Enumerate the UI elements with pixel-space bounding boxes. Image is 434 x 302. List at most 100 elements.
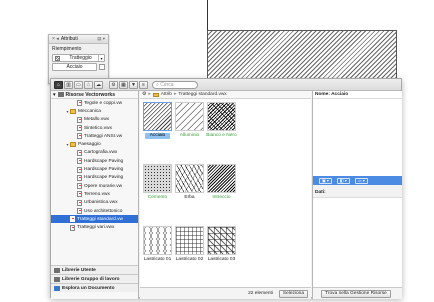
tree-file[interactable]: Tegole e coppi.vw [51, 99, 138, 107]
document-icon [77, 208, 82, 214]
folder-icon[interactable]: ▭ [74, 80, 83, 89]
document-icon [70, 216, 75, 223]
vectorworks-library-icon [57, 92, 64, 97]
hatch-thumbnail [207, 226, 236, 255]
document-icon [77, 116, 82, 123]
tree-item-label: Hardscape Paving [84, 167, 124, 173]
breadcrumb-item-attrib[interactable]: Attrib [161, 92, 172, 97]
folder-icon [70, 109, 76, 114]
render-mode-button[interactable]: ◧ ▾ [336, 177, 350, 184]
library-icon [54, 276, 60, 282]
document-icon [77, 199, 82, 206]
tree-file[interactable]: Terreno.vwx [51, 190, 138, 198]
resource-tile[interactable]: Lastricato 02 [174, 226, 205, 263]
fill-name-field[interactable]: Acciaio [52, 63, 97, 71]
document-icon [77, 166, 82, 173]
breadcrumb-item-file[interactable]: Tratteggi standard.vwx [178, 92, 226, 97]
hatch-thumbnail [143, 102, 172, 131]
tree-root-label: Risorse Vectorworks [65, 91, 115, 98]
tree-file[interactable]: Tratteggi ANSI.vw [51, 132, 138, 140]
document-icon [77, 174, 82, 181]
library-shortcut-button[interactable]: Librerie Utente [51, 265, 138, 274]
tree-item-label: Tegole e coppi.vw [84, 100, 123, 106]
resource-tile[interactable]: Lastricato 03 [206, 226, 237, 263]
gear-icon[interactable]: ⚙ [142, 92, 146, 97]
resource-tile[interactable]: Erba [174, 164, 205, 201]
resource-name-label: Nome: Acciaio [313, 91, 402, 99]
browser-status-bar: 22 elementi Seleziona [140, 287, 311, 299]
library-tree: Tegole e coppi.vw ▾ Meccanica Metallo.vwx Si… [51, 99, 138, 263]
tree-file[interactable]: Opere murarie.vw [51, 182, 138, 190]
background-button[interactable]: ▭ ▾ [354, 177, 368, 184]
resource-browser-pane: ⚙ ▸ Attrib ▸ Tratteggi standard.vwx Acci… [140, 91, 311, 299]
grid-view-icon[interactable]: ▦ [119, 80, 128, 89]
resource-label: Acciaio [145, 133, 170, 139]
filter-icon[interactable]: ▼ [129, 80, 138, 89]
resource-tile[interactable]: Cemento [142, 164, 173, 201]
find-in-manager-button[interactable]: Trova nella Gestione Risorse [321, 289, 391, 298]
tree-item-label: Tratteggi vari.vwx [77, 225, 115, 231]
tree-file[interactable]: Uso architettonico [51, 207, 138, 215]
palette-menu-icon[interactable]: ▤ ▾ [97, 36, 105, 42]
tree-root[interactable]: ▾ Risorse Vectorworks [51, 91, 138, 99]
tree-item-label: Opere murarie.vw [84, 183, 123, 189]
cloud-icon[interactable]: ☁ [94, 80, 103, 89]
tree-folder[interactable]: ▾ Paesaggio [51, 140, 138, 148]
tree-item-label: Sintetico.vwx [84, 125, 112, 131]
tree-file[interactable]: Hardscape Paving [51, 165, 138, 173]
resource-tile[interactable]: Alluminio [174, 102, 205, 139]
hatch-thumbnail [175, 164, 204, 193]
library-icon [54, 267, 60, 273]
find-in-manager-row: Trova nella Gestione Risorse [313, 287, 402, 299]
fill-type-value: Tratteggio [69, 55, 92, 61]
library-shortcut-button[interactable]: Librerie Gruppo di lavoro [51, 274, 138, 283]
tree-file[interactable]: Tratteggi vari.vwx [51, 223, 138, 231]
fill-type-select[interactable]: Tratteggio ▾ [52, 54, 105, 62]
resource-detail-pane: Nome: Acciaio ▣ ▾ ◧ ▾ ▭ ▾ Dati: Trova ne… [312, 91, 402, 299]
resource-tile[interactable]: Bianco e Nero [206, 102, 237, 139]
resource-tile[interactable]: Intreccio [206, 164, 237, 201]
resource-label: Erba [184, 195, 195, 200]
home-icon[interactable]: ⌂ [54, 80, 63, 89]
settings-icon[interactable]: ⚙ [109, 80, 118, 89]
favorites-icon[interactable]: ☆ [84, 80, 93, 89]
tree-file[interactable]: Sintetico.vwx [51, 124, 138, 132]
guide-line [207, 0, 208, 30]
chevron-down-icon[interactable]: ▾ [53, 92, 56, 98]
close-icon[interactable]: × ◂ [52, 36, 59, 42]
document-icon [77, 191, 82, 198]
fill-name-checkbox[interactable] [99, 64, 105, 70]
document-icon [77, 125, 82, 132]
tree-file[interactable]: Hardscape Paving [51, 174, 138, 182]
resource-tile[interactable]: Lastricato 01 [142, 226, 173, 263]
resource-tile[interactable]: Acciaio [142, 102, 173, 139]
library-icon[interactable]: ▥ [64, 80, 73, 89]
tree-file[interactable]: Tratteggi standard.vw [51, 215, 138, 224]
resource-preview [313, 99, 402, 176]
tree-file[interactable]: Cartografia.vwx [51, 149, 138, 157]
select-button[interactable]: Seleziona [278, 289, 308, 298]
resource-label: Lastricato 03 [207, 257, 236, 262]
tree-file[interactable]: Urbanistica.vwx [51, 199, 138, 207]
library-shortcut-label: Esplora un Documento [62, 285, 115, 291]
resource-manager-window: ⌂ ▥ ▭ ☆ ☁ ⚙ ▦ ▼ ≡ ⌕ Cerca ▾ Risorse Vect… [50, 78, 402, 299]
hatch-thumbnail [207, 164, 236, 193]
hatch-swatch-icon [55, 55, 60, 61]
attributes-title-bar[interactable]: × ◂ Attributi ▤ ▾ [49, 35, 108, 44]
fill-section-label: Riempimento [52, 46, 82, 52]
document-icon [77, 133, 82, 140]
library-shortcut-label: Librerie Gruppo di lavoro [62, 276, 120, 282]
resource-label: Intreccio [212, 195, 231, 200]
library-shortcut-button[interactable]: Esplora un Documento [51, 283, 138, 292]
view-mode-button[interactable]: ▣ ▾ [319, 177, 332, 184]
hatch-thumbnail [143, 226, 172, 255]
tree-item-label: Hardscape Paving [84, 175, 124, 181]
document-icon [77, 100, 82, 107]
tree-file[interactable]: Hardscape Paving [51, 157, 138, 165]
tree-folder[interactable]: ▾ Meccanica [51, 107, 138, 115]
resource-data-area [313, 197, 402, 287]
search-input[interactable]: ⌕ Cerca [152, 80, 198, 89]
tree-file[interactable]: Metallo.vwx [51, 116, 138, 124]
sort-icon[interactable]: ≡ [139, 80, 148, 89]
folder-icon [70, 142, 76, 147]
